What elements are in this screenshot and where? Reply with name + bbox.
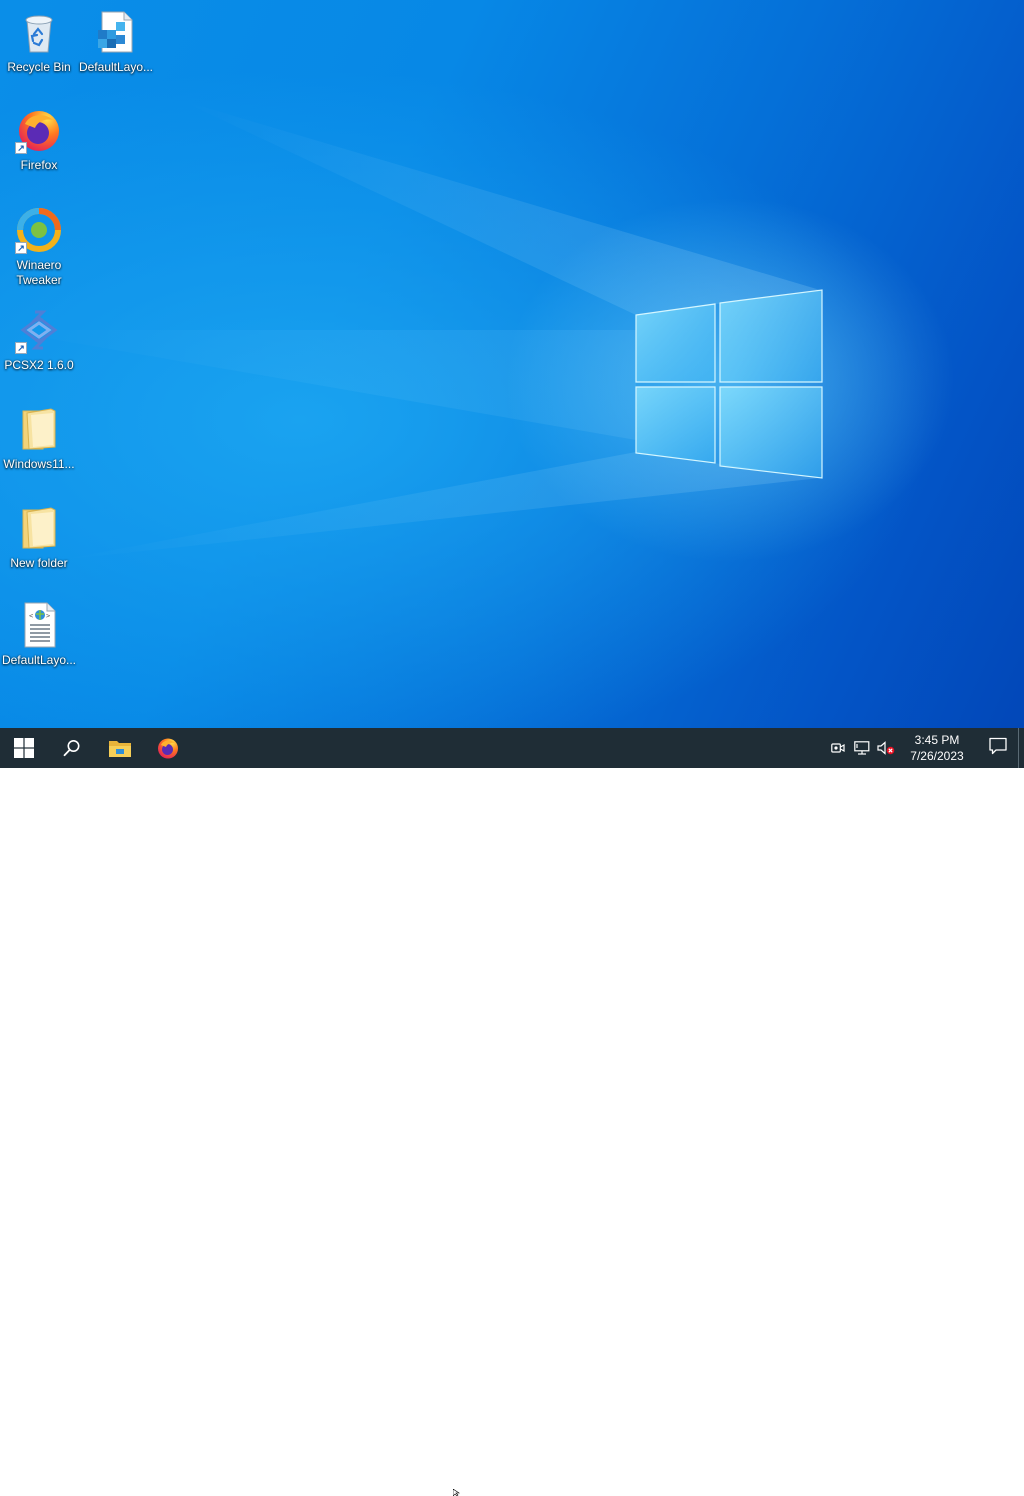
folder-icon [15, 405, 63, 453]
firefox-icon: ↗ [15, 106, 63, 154]
clock-date: 7/26/2023 [910, 749, 964, 763]
desktop-icon-defaultlayout-xml[interactable]: < > DefaultLayo... [1, 601, 77, 668]
desktop-icon-label: Firefox [20, 158, 58, 172]
taskbar: 3:45 PM 7/26/2023 [0, 728, 1024, 1496]
volume-muted-icon[interactable] [874, 728, 898, 768]
system-tray: 3:45 PM 7/26/2023 [826, 728, 1024, 768]
desktop-icon-label: PCSX2 1.6.0 [4, 358, 74, 372]
mouse-cursor-icon [453, 1489, 460, 1496]
show-desktop-button[interactable] [1018, 728, 1024, 768]
action-center-icon [989, 737, 1007, 760]
desktop-icon-label: New folder [10, 556, 68, 570]
firefox-icon [156, 736, 180, 760]
desktop-wallpaper: Recycle Bin DefaultLayo... ↗ Firefox ↗ W… [0, 0, 1024, 728]
desktop-icon-windows11-folder[interactable]: Windows11... [1, 405, 77, 472]
desktop-icon-pcsx2[interactable]: ↗ PCSX2 1.6.0 [1, 306, 77, 373]
desktop-icon-label: Recycle Bin [7, 60, 71, 74]
windows-logo-panes [635, 289, 823, 479]
desktop-icon-new-folder[interactable]: New folder [1, 504, 77, 571]
windows-hero-wallpaper [0, 100, 823, 560]
start-button[interactable] [0, 728, 48, 768]
windows-logo-icon [14, 738, 34, 758]
shortcut-arrow-icon: ↗ [15, 142, 27, 154]
recycle-bin-icon [15, 8, 63, 56]
shortcut-arrow-icon: ↗ [15, 242, 27, 254]
registry-file-icon [92, 8, 140, 56]
search-icon [63, 739, 81, 757]
winaero-tweaker-icon: ↗ [15, 206, 63, 254]
search-button[interactable] [48, 728, 96, 768]
xml-file-icon: < > [15, 601, 63, 649]
desktop-icon-label: Winaero Tweaker [16, 258, 62, 287]
file-explorer-icon [108, 738, 132, 758]
network-icon[interactable] [850, 728, 874, 768]
pcsx2-icon: ↗ [15, 306, 63, 354]
desktop-icon-recycle-bin[interactable]: Recycle Bin [1, 8, 77, 75]
svg-text:<: < [29, 612, 33, 620]
desktop-icon-firefox[interactable]: ↗ Firefox [1, 106, 77, 173]
svg-text:>: > [46, 612, 50, 620]
desktop-icon-label: DefaultLayo... [1, 653, 77, 667]
taskbar-clock[interactable]: 3:45 PM 7/26/2023 [902, 732, 972, 764]
desktop-icon-label: DefaultLayo... [78, 60, 154, 74]
taskbar-firefox-button[interactable] [144, 728, 192, 768]
action-center-button[interactable] [978, 728, 1018, 768]
meet-now-icon[interactable] [826, 728, 850, 768]
file-explorer-button[interactable] [96, 728, 144, 768]
shortcut-arrow-icon: ↗ [15, 342, 27, 354]
desktop-icon-label: Windows11... [3, 457, 75, 471]
clock-time: 3:45 PM [914, 733, 960, 747]
desktop-icon-defaultlayout-reg[interactable]: DefaultLayo... [78, 8, 154, 75]
desktop-icon-winaero-tweaker[interactable]: ↗ Winaero Tweaker [1, 206, 77, 288]
folder-icon [15, 504, 63, 552]
